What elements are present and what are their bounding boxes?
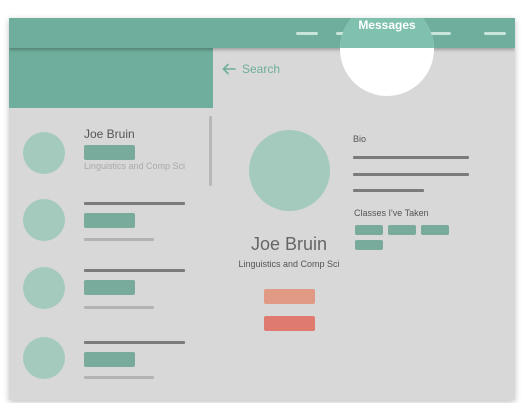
bio-text-line — [353, 189, 424, 192]
list-item-pill — [84, 352, 135, 367]
bio-text-line — [353, 173, 469, 176]
sidebar-header — [9, 48, 213, 108]
avatar — [23, 132, 65, 174]
list-item[interactable] — [23, 267, 203, 323]
list-item-detail-placeholder — [84, 238, 154, 241]
profile-name: Joe Bruin — [250, 234, 328, 254]
nav-tab-1[interactable] — [296, 32, 318, 35]
search-back-link[interactable]: Search — [222, 60, 280, 78]
avatar — [23, 267, 65, 309]
list-item-detail: Linguistics and Comp Sci — [84, 161, 186, 171]
search-label: Search — [242, 62, 281, 76]
classes-label: Classes I've Taken — [354, 208, 429, 218]
profile-primary-button[interactable] — [264, 289, 315, 304]
list-item-pill — [84, 145, 135, 160]
class-tag[interactable] — [355, 225, 383, 235]
class-tag[interactable] — [355, 240, 383, 250]
class-tag[interactable] — [421, 225, 449, 235]
profile-secondary-button[interactable] — [264, 316, 315, 331]
list-item-detail-placeholder — [84, 376, 154, 379]
avatar — [23, 337, 65, 379]
messages-tab-label: Messages — [358, 18, 416, 32]
nav-tab-5[interactable] — [484, 32, 506, 35]
bio-label: Bio — [353, 134, 367, 144]
app-window: Search Messages Joe Bruin Linguistics an… — [9, 18, 515, 400]
list-item[interactable]: Joe Bruin Linguistics and Comp Sci — [23, 127, 203, 188]
list-item-name-placeholder — [84, 341, 185, 344]
sidebar-scrollbar[interactable] — [209, 116, 212, 186]
profile-avatar — [249, 130, 330, 211]
list-item-name-placeholder — [84, 202, 185, 205]
messages-tab-highlight[interactable]: Messages — [340, 18, 434, 96]
list-item-name-placeholder — [84, 269, 185, 272]
profile-major: Linguistics and Comp Sci — [238, 259, 340, 269]
list-item-pill — [84, 213, 135, 228]
class-tag[interactable] — [388, 225, 416, 235]
arrow-left-icon — [222, 63, 236, 75]
list-item[interactable] — [23, 337, 203, 393]
bio-text-line — [353, 156, 469, 159]
list-item-pill — [84, 280, 135, 295]
top-nav-bar — [9, 18, 515, 48]
avatar — [23, 199, 65, 241]
list-item-detail-placeholder — [84, 306, 154, 309]
list-item[interactable] — [23, 199, 203, 255]
list-item-name: Joe Bruin — [84, 127, 135, 141]
